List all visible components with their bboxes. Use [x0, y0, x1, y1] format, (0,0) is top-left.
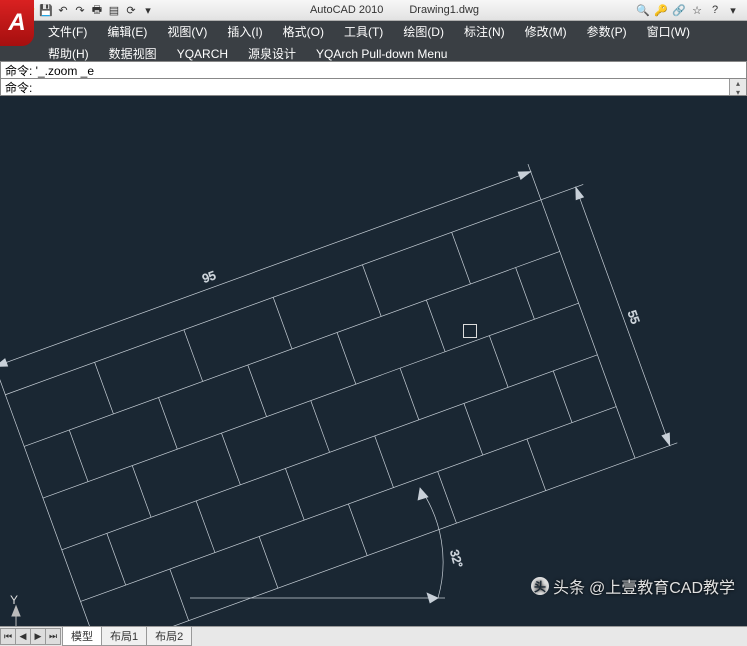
star-icon[interactable]: ☆: [689, 2, 705, 18]
menu-dataview[interactable]: 数据视图: [99, 43, 167, 65]
link-icon[interactable]: 🔗: [671, 2, 687, 18]
key-icon[interactable]: 🔑: [653, 2, 669, 18]
print-icon[interactable]: 🖶: [89, 2, 105, 18]
layout-tabs: 模型 布局1 布局2: [62, 626, 191, 646]
undo-icon[interactable]: ↶: [55, 2, 71, 18]
menu-file[interactable]: 文件(F): [38, 21, 97, 43]
watermark-text: @上壹教育CAD教学: [589, 574, 735, 598]
menu-edit[interactable]: 编辑(E): [97, 21, 157, 43]
tab-prev-icon[interactable]: ◀: [15, 628, 31, 645]
menu-view[interactable]: 视图(V): [157, 21, 217, 43]
tab-first-icon[interactable]: ⏮: [0, 628, 16, 645]
dimension-55: 55: [625, 308, 643, 326]
menu-yqarch-pull[interactable]: YQArch Pull-down Menu: [306, 43, 457, 65]
menu-bar: 文件(F) 编辑(E) 视图(V) 插入(I) 格式(O) 工具(T) 绘图(D…: [0, 21, 747, 61]
ucs-y-label: Y: [10, 594, 18, 607]
save-icon[interactable]: 💾: [38, 2, 54, 18]
title-bar: ▢ 📂 💾 ↶ ↷ 🖶 ▤ ⟳ ▾ AutoCAD 2010 Drawing1.…: [0, 0, 747, 21]
title-right-tools: 🔍 🔑 🔗 ☆ ? ▾: [629, 2, 747, 18]
menu-insert[interactable]: 插入(I): [217, 21, 272, 43]
help-icon[interactable]: ?: [707, 2, 723, 18]
qat-dropdown-icon[interactable]: ▾: [140, 2, 156, 18]
menu-yuanquan[interactable]: 源泉设计: [238, 43, 306, 65]
app-title: AutoCAD 2010: [310, 4, 383, 16]
command-prompt: 命令:: [5, 79, 32, 96]
command-history-text: 命令: '_.zoom _e: [5, 62, 94, 79]
menu-draw[interactable]: 绘图(D): [393, 21, 454, 43]
command-line[interactable]: 命令: ▴ ▾: [0, 78, 747, 96]
watermark-prefix: 头条: [553, 574, 585, 598]
menu-window[interactable]: 窗口(W): [637, 21, 700, 43]
dimension-95: 95: [200, 268, 218, 286]
menu-format[interactable]: 格式(O): [273, 21, 334, 43]
pick-box-cursor: [463, 324, 477, 338]
watermark-icon: 头: [531, 577, 549, 595]
drawing-canvas[interactable]: 95 55 32°: [0, 96, 747, 626]
menu-modify[interactable]: 修改(M): [515, 21, 577, 43]
command-scrollbar[interactable]: ▴ ▾: [729, 79, 746, 95]
menu-dimension[interactable]: 标注(N): [454, 21, 515, 43]
menu-yqarch[interactable]: YQARCH: [167, 43, 238, 65]
scroll-up-icon[interactable]: ▴: [730, 79, 746, 88]
plot-icon[interactable]: ▤: [106, 2, 122, 18]
dimension-angle: 32°: [447, 548, 465, 569]
menu-parametric[interactable]: 参数(P): [577, 21, 637, 43]
layout-tab-strip: ⏮ ◀ ▶ ⏭ 模型 布局1 布局2: [0, 626, 747, 645]
tab-model[interactable]: 模型: [62, 626, 102, 646]
tab-layout1[interactable]: 布局1: [101, 626, 147, 646]
tab-layout2[interactable]: 布局2: [146, 626, 192, 646]
drawing-svg: 95 55 32°: [0, 96, 747, 626]
menu-tools[interactable]: 工具(T): [334, 21, 393, 43]
title-dropdown-icon[interactable]: ▾: [725, 2, 741, 18]
tab-nav: ⏮ ◀ ▶ ⏭: [0, 628, 60, 645]
refresh-icon[interactable]: ⟳: [123, 2, 139, 18]
search-icon[interactable]: 🔍: [635, 2, 651, 18]
redo-icon[interactable]: ↷: [72, 2, 88, 18]
document-title: Drawing1.dwg: [409, 4, 479, 16]
title-center: AutoCAD 2010 Drawing1.dwg: [160, 4, 629, 16]
tab-last-icon[interactable]: ⏭: [45, 628, 61, 645]
app-menu-button[interactable]: A: [0, 0, 34, 46]
watermark: 头 头条 @上壹教育CAD教学: [531, 574, 735, 598]
tab-next-icon[interactable]: ▶: [30, 628, 46, 645]
